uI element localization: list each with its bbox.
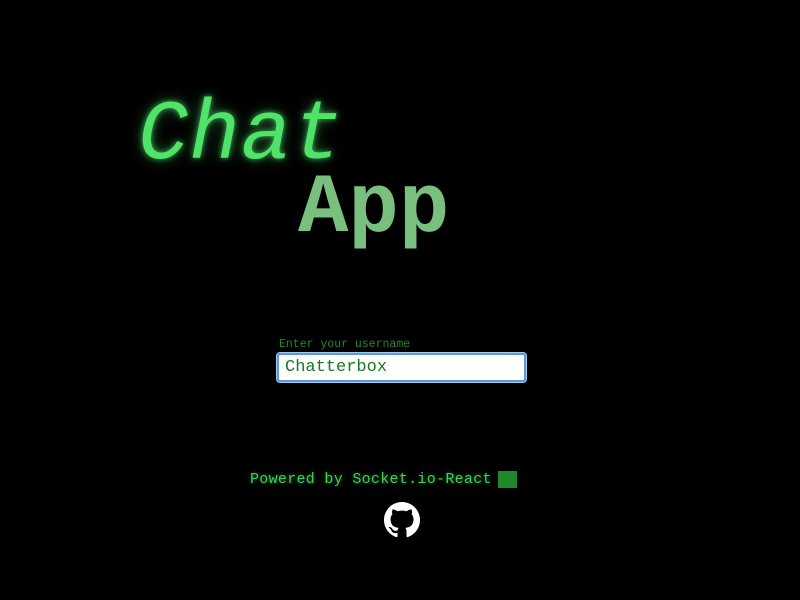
blinking-cursor [497,470,517,488]
username-label: Enter your username [279,338,411,351]
github-link[interactable] [384,502,420,538]
username-input[interactable] [276,352,527,383]
github-icon [384,502,420,538]
powered-by: Powered by Socket.io-React [250,470,517,488]
app-title-app: App [298,162,450,257]
powered-by-text: Powered by Socket.io-React [250,470,492,488]
